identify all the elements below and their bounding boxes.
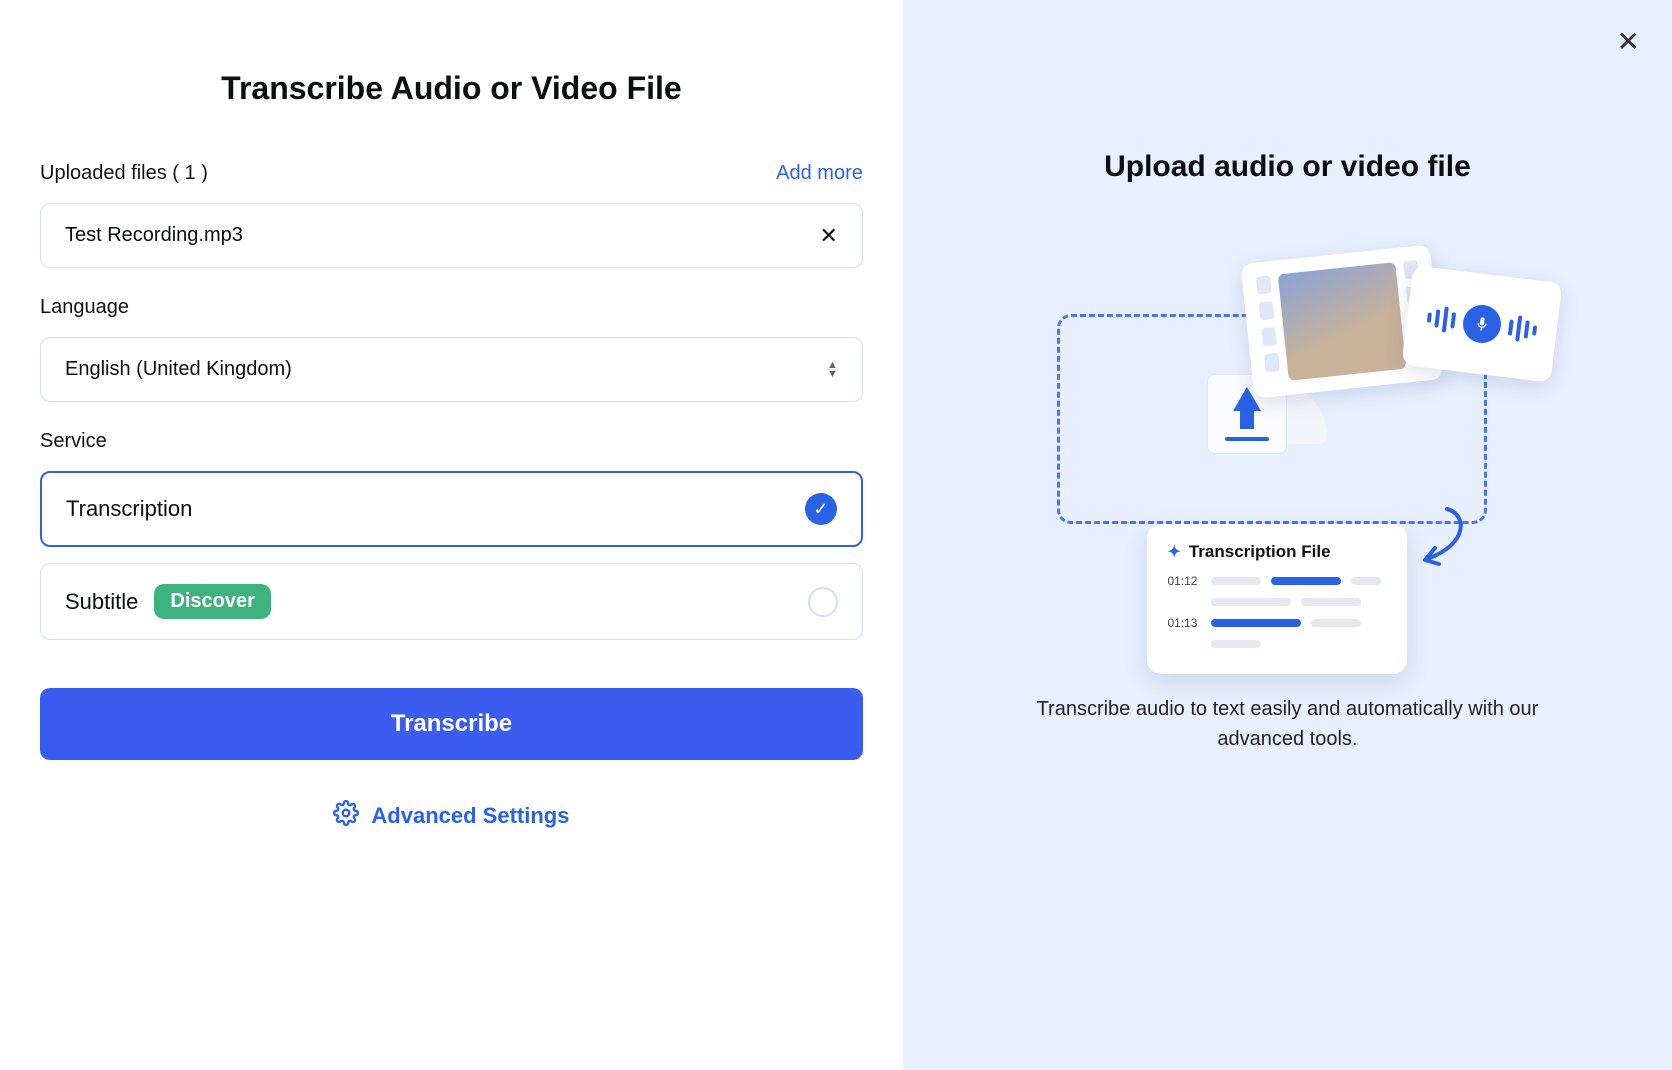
service-option-transcription[interactable]: Transcription ✓: [40, 471, 863, 547]
right-panel-title: Upload audio or video file: [1104, 150, 1471, 184]
service-option-label: Subtitle: [65, 589, 138, 615]
language-select[interactable]: English (United Kingdom) ▲▼: [40, 337, 863, 402]
language-label: Language: [40, 296, 129, 319]
advanced-settings-label: Advanced Settings: [371, 803, 569, 829]
chevron-updown-icon: ▲▼: [827, 361, 838, 379]
service-label: Service: [40, 430, 107, 453]
right-panel: ✕ Upload audio or video file: [903, 0, 1672, 1070]
arrow-icon: [1407, 504, 1477, 579]
gear-icon: [333, 800, 359, 832]
file-name: Test Recording.mp3: [65, 224, 243, 247]
close-icon: ✕: [819, 223, 837, 248]
language-value: English (United Kingdom): [65, 358, 292, 381]
upload-illustration: ✦ Transcription File 01:12 01:13: [1047, 234, 1527, 664]
right-panel-description: Transcribe audio to text easily and auto…: [1027, 694, 1547, 754]
dialog-container: Transcribe Audio or Video File Uploaded …: [0, 0, 1672, 1070]
remove-file-button[interactable]: ✕: [819, 225, 837, 247]
advanced-settings-link[interactable]: Advanced Settings: [40, 800, 863, 832]
transcription-card-graphic: ✦ Transcription File 01:12 01:13: [1147, 524, 1407, 674]
transcribe-button[interactable]: Transcribe: [40, 688, 863, 760]
service-section: Service Transcription ✓ Subtitle Discove…: [40, 430, 863, 640]
audio-card-graphic: [1402, 265, 1563, 383]
uploaded-files-section: Uploaded files ( 1 ) Add more Test Recor…: [40, 162, 863, 268]
sparkle-icon: ✦: [1167, 542, 1180, 562]
close-icon: ✕: [1617, 26, 1640, 57]
service-option-subtitle[interactable]: Subtitle Discover: [40, 563, 863, 640]
discover-badge: Discover: [154, 584, 271, 619]
microphone-icon: [1461, 303, 1503, 345]
checkmark-icon: ✓: [805, 493, 837, 525]
uploaded-files-label: Uploaded files ( 1 ): [40, 162, 208, 185]
page-title: Transcribe Audio or Video File: [40, 70, 863, 107]
transcription-card-title: Transcription File: [1189, 542, 1331, 562]
add-more-link[interactable]: Add more: [776, 162, 863, 185]
language-section: Language English (United Kingdom) ▲▼: [40, 296, 863, 402]
close-dialog-button[interactable]: ✕: [1617, 28, 1640, 56]
left-panel: Transcribe Audio or Video File Uploaded …: [0, 0, 903, 1070]
uploaded-file-row: Test Recording.mp3 ✕: [40, 203, 863, 268]
radio-unchecked-icon: [808, 587, 838, 617]
service-option-label: Transcription: [66, 496, 192, 522]
